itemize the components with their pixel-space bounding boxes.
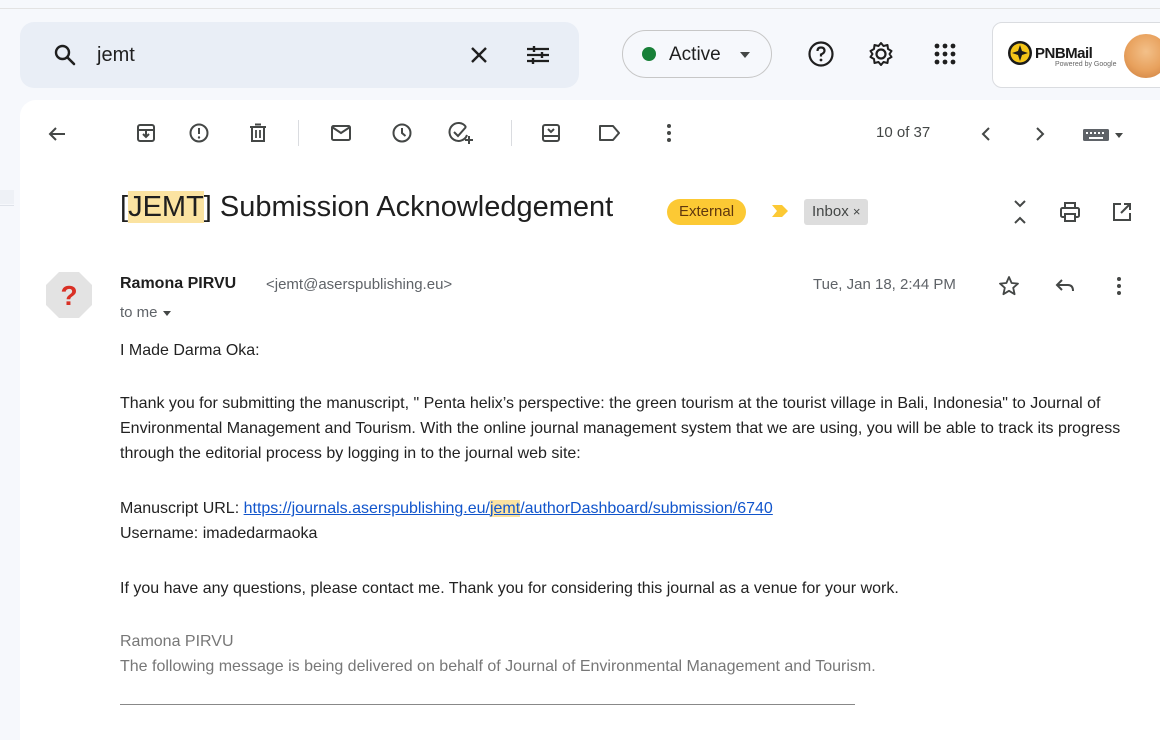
email-paragraph: If you have any questions, please contac…: [120, 580, 899, 597]
help-icon[interactable]: [807, 40, 835, 68]
external-badge: External: [667, 199, 747, 225]
delete-trash-icon[interactable]: [247, 122, 269, 144]
search-bar[interactable]: jemt: [20, 22, 579, 88]
chevron-down-icon: [162, 310, 172, 317]
inbox-label-text: Inbox: [812, 203, 849, 220]
remove-label-icon[interactable]: ×: [853, 204, 861, 219]
sender-name[interactable]: Ramona PIRVU: [120, 275, 236, 293]
open-new-window-icon[interactable]: [1111, 201, 1133, 223]
pager-count: 10 of 37: [876, 124, 931, 141]
search-input[interactable]: jemt: [97, 44, 135, 67]
link-part[interactable]: https://journals.aserspublishing.eu/: [244, 500, 490, 517]
svg-text:?: ?: [60, 280, 77, 311]
archive-icon[interactable]: [135, 122, 157, 144]
mark-unread-icon[interactable]: [330, 123, 352, 143]
toolbar-divider: [511, 120, 512, 146]
label-icon[interactable]: [598, 123, 622, 143]
importance-marker-icon[interactable]: [771, 204, 789, 218]
chevron-down-icon: [739, 51, 751, 59]
link-part[interactable]: /authorDashboard/submission/6740: [520, 500, 773, 517]
report-spam-icon[interactable]: [188, 122, 210, 144]
newer-chevron-left-icon[interactable]: [980, 125, 992, 143]
pnb-emblem-icon: [1007, 40, 1033, 66]
subject-highlight-tag: JEMT: [128, 191, 204, 223]
email-greeting: I Made Darma Oka:: [120, 342, 260, 359]
email-date: Tue, Jan 18, 2:44 PM: [813, 276, 956, 293]
move-to-icon[interactable]: [540, 122, 562, 144]
more-vertical-icon[interactable]: [665, 122, 673, 144]
snooze-clock-icon[interactable]: [391, 122, 413, 144]
sender-email: <jemt@aserspublishing.eu>: [266, 276, 453, 293]
username-line: Username: imadedarmaoka: [120, 525, 318, 542]
url-label: Manuscript URL:: [120, 500, 244, 517]
older-chevron-right-icon[interactable]: [1034, 125, 1046, 143]
user-avatar[interactable]: [1124, 34, 1160, 78]
clear-search-icon[interactable]: [468, 44, 490, 66]
sidebar-fragment: [0, 190, 14, 204]
inbox-label-chip[interactable]: Inbox ×: [804, 199, 869, 225]
toolbar-divider: [298, 120, 299, 146]
more-options-vertical-icon[interactable]: [1115, 275, 1123, 297]
brand-powered-text: Powered by Google: [1055, 61, 1117, 68]
input-tools-keyboard-icon[interactable]: [1082, 127, 1126, 143]
top-divider: [0, 8, 1160, 9]
to-me-label: to me: [120, 304, 158, 321]
add-to-tasks-icon[interactable]: [448, 121, 474, 145]
email-paragraph: Thank you for submitting the manuscript,…: [120, 395, 1121, 462]
sender-avatar-unknown-icon[interactable]: ?: [44, 270, 94, 320]
manuscript-link[interactable]: https://journals.aserspublishing.eu/jemt…: [244, 500, 773, 517]
manuscript-url-line: Manuscript URL: https://journals.aserspu…: [120, 496, 1120, 521]
status-label: Active: [669, 44, 721, 65]
back-arrow-icon[interactable]: [47, 124, 67, 144]
active-status-dot: [642, 47, 656, 61]
status-dropdown[interactable]: Active: [622, 30, 772, 78]
star-icon[interactable]: [998, 275, 1020, 297]
apps-grid-icon[interactable]: [933, 42, 957, 66]
subject-text: Submission Acknowledgement: [211, 191, 614, 223]
email-subject: [JEMT] Submission Acknowledgement: [120, 191, 614, 223]
search-options-icon[interactable]: [525, 43, 551, 67]
signature-note: The following message is being delivered…: [120, 658, 876, 675]
search-icon[interactable]: [53, 43, 77, 67]
brand-logo-text: PNBMail: [1035, 45, 1093, 62]
signature-name: Ramona PIRVU: [120, 633, 234, 650]
print-icon[interactable]: [1059, 201, 1081, 223]
sidebar-divider: [0, 205, 14, 206]
reply-arrow-icon[interactable]: [1054, 277, 1076, 295]
collapse-all-icon[interactable]: [1010, 198, 1030, 226]
settings-gear-icon[interactable]: [867, 40, 895, 68]
signature-divider: [120, 704, 855, 705]
recipient-details-toggle[interactable]: to me: [120, 304, 172, 321]
link-highlight[interactable]: jemt: [489, 500, 521, 517]
